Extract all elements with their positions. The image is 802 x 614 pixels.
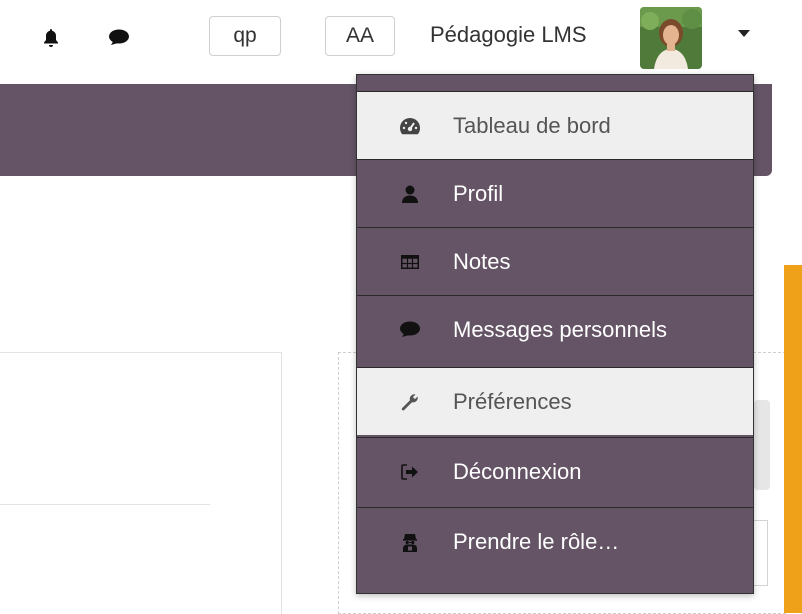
sign-out-icon [399,461,421,483]
menu-item-label: Profil [453,180,504,206]
menu-item-logout[interactable]: Déconnexion [357,437,753,505]
side-widget [754,400,770,490]
user-menu-dropdown: Tableau de bord Profil Notes Messages pe… [356,74,754,594]
menu-item-label: Préférences [453,388,572,414]
menu-item-label: Déconnexion [453,458,582,484]
divider [0,504,210,505]
chevron-down-icon[interactable] [738,30,750,37]
menu-item-grades[interactable]: Notes [357,227,753,295]
menu-item-messages[interactable]: Messages personnels [357,295,753,363]
accessibility-aa-button[interactable]: AA [325,16,395,56]
dashboard-icon [399,115,421,137]
menu-item-label: Prendre le rôle… [453,528,620,554]
menu-item-preferences[interactable]: Préférences [357,367,753,435]
chat-bubble-icon[interactable] [108,26,130,50]
menu-item-login-as[interactable]: Prendre le rôle… [357,507,753,575]
user-icon [399,183,421,205]
user-name[interactable]: Pédagogie LMS [430,22,587,48]
menu-item-profile[interactable]: Profil [357,159,753,227]
menu-item-label: Messages personnels [453,316,668,342]
table-icon [399,251,421,273]
chat-bubble-icon [399,319,421,341]
qp-button[interactable]: qp [209,16,281,56]
user-secret-icon [399,531,421,553]
wrench-icon [399,391,421,413]
menu-item-dashboard[interactable]: Tableau de bord [357,91,753,159]
content-block [0,352,282,614]
top-navbar: qp AA Pédagogie LMS [0,0,802,84]
side-input[interactable] [754,520,768,586]
menu-item-label: Notes [453,248,511,274]
menu-item-label: Tableau de bord [453,112,611,138]
bell-icon[interactable] [40,26,62,50]
drawer-toggle-strip[interactable] [784,265,802,613]
avatar[interactable] [640,7,702,69]
